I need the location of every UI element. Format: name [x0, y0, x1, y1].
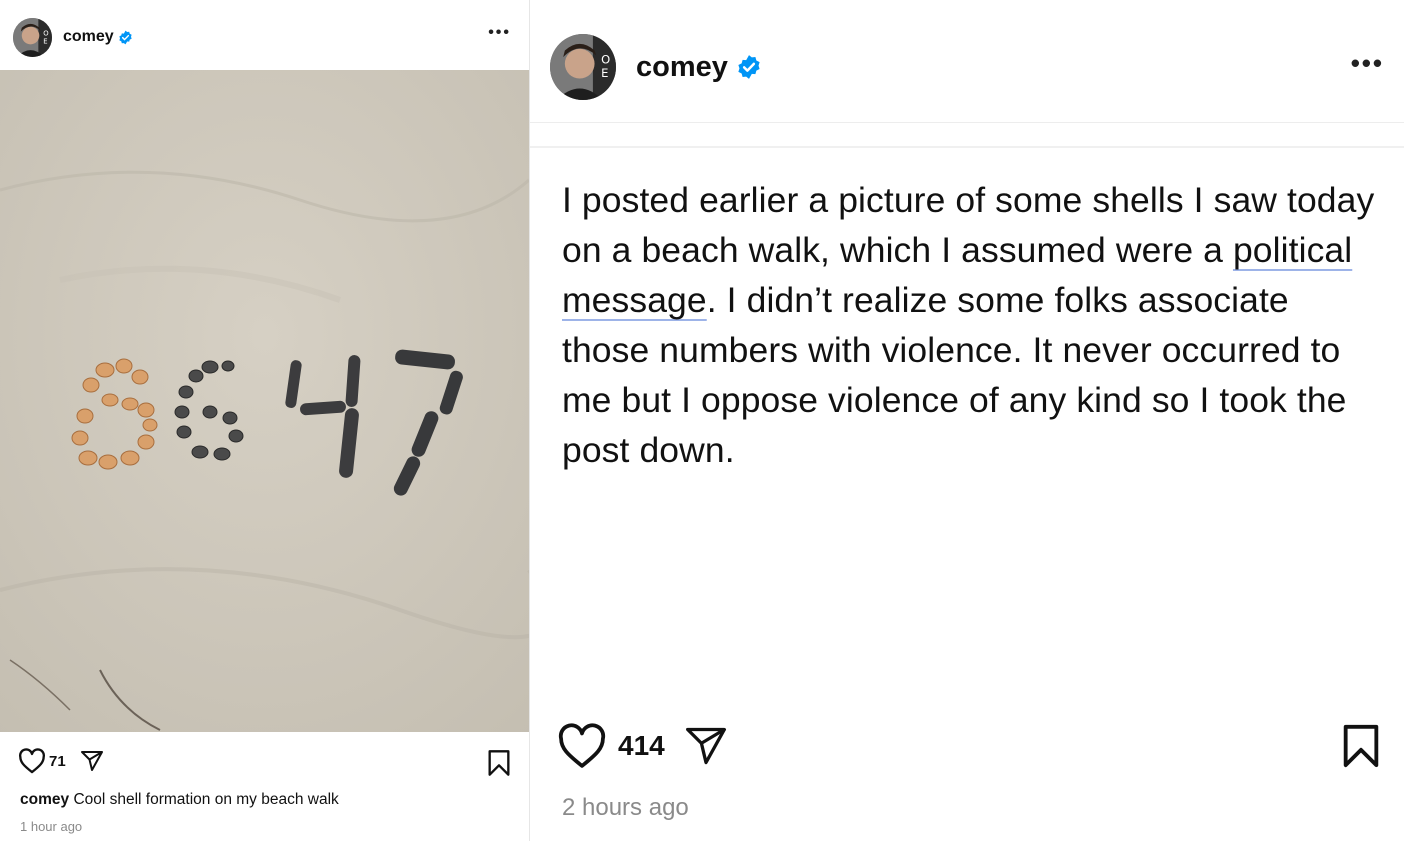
right-username[interactable]: comey — [636, 51, 728, 84]
like-count[interactable]: 71 — [49, 753, 66, 770]
post-timestamp: 2 hours ago — [562, 794, 689, 821]
content-divider — [530, 146, 1404, 148]
right-avatar[interactable]: O E — [550, 34, 616, 100]
right-post-header: O E comey ••• — [530, 32, 1404, 102]
left-actions-bar: 71 — [0, 746, 529, 776]
more-options-icon[interactable]: ••• — [1351, 48, 1384, 79]
header-divider — [530, 122, 1404, 123]
heart-icon[interactable] — [556, 723, 608, 769]
verified-badge-icon — [118, 30, 133, 45]
svg-text:O: O — [43, 29, 48, 37]
share-icon[interactable] — [80, 749, 104, 773]
underlined-word-political: political — [1232, 230, 1353, 270]
svg-text:E: E — [601, 66, 608, 80]
bookmark-icon[interactable] — [487, 749, 511, 777]
share-icon[interactable] — [683, 724, 729, 768]
post-caption: comey Cool shell formation on my beach w… — [20, 791, 339, 809]
right-actions-bar: 414 — [530, 721, 1404, 771]
post-timestamp: 1 hour ago — [20, 819, 83, 834]
underlined-word-message: message — [562, 280, 707, 320]
caption-username[interactable]: comey — [20, 791, 69, 808]
left-username[interactable]: comey — [63, 28, 114, 46]
right-post: O E comey ••• I posted earlier a picture… — [530, 0, 1404, 841]
verified-badge-icon — [736, 54, 762, 80]
left-post-header: O E comey ••• — [0, 16, 529, 58]
caption-text: Cool shell formation on my beach walk — [73, 791, 339, 808]
post-text: I posted earlier a picture of some shell… — [562, 175, 1382, 475]
heart-icon[interactable] — [18, 748, 46, 774]
like-count[interactable]: 414 — [618, 730, 665, 762]
more-options-icon[interactable]: ••• — [488, 24, 511, 42]
svg-text:O: O — [601, 53, 610, 67]
svg-text:E: E — [43, 37, 47, 45]
left-post: O E comey ••• 71 comey Cool shell format… — [0, 0, 529, 841]
post-image[interactable] — [0, 70, 529, 732]
bookmark-icon[interactable] — [1340, 723, 1382, 769]
left-avatar[interactable]: O E — [13, 17, 52, 57]
